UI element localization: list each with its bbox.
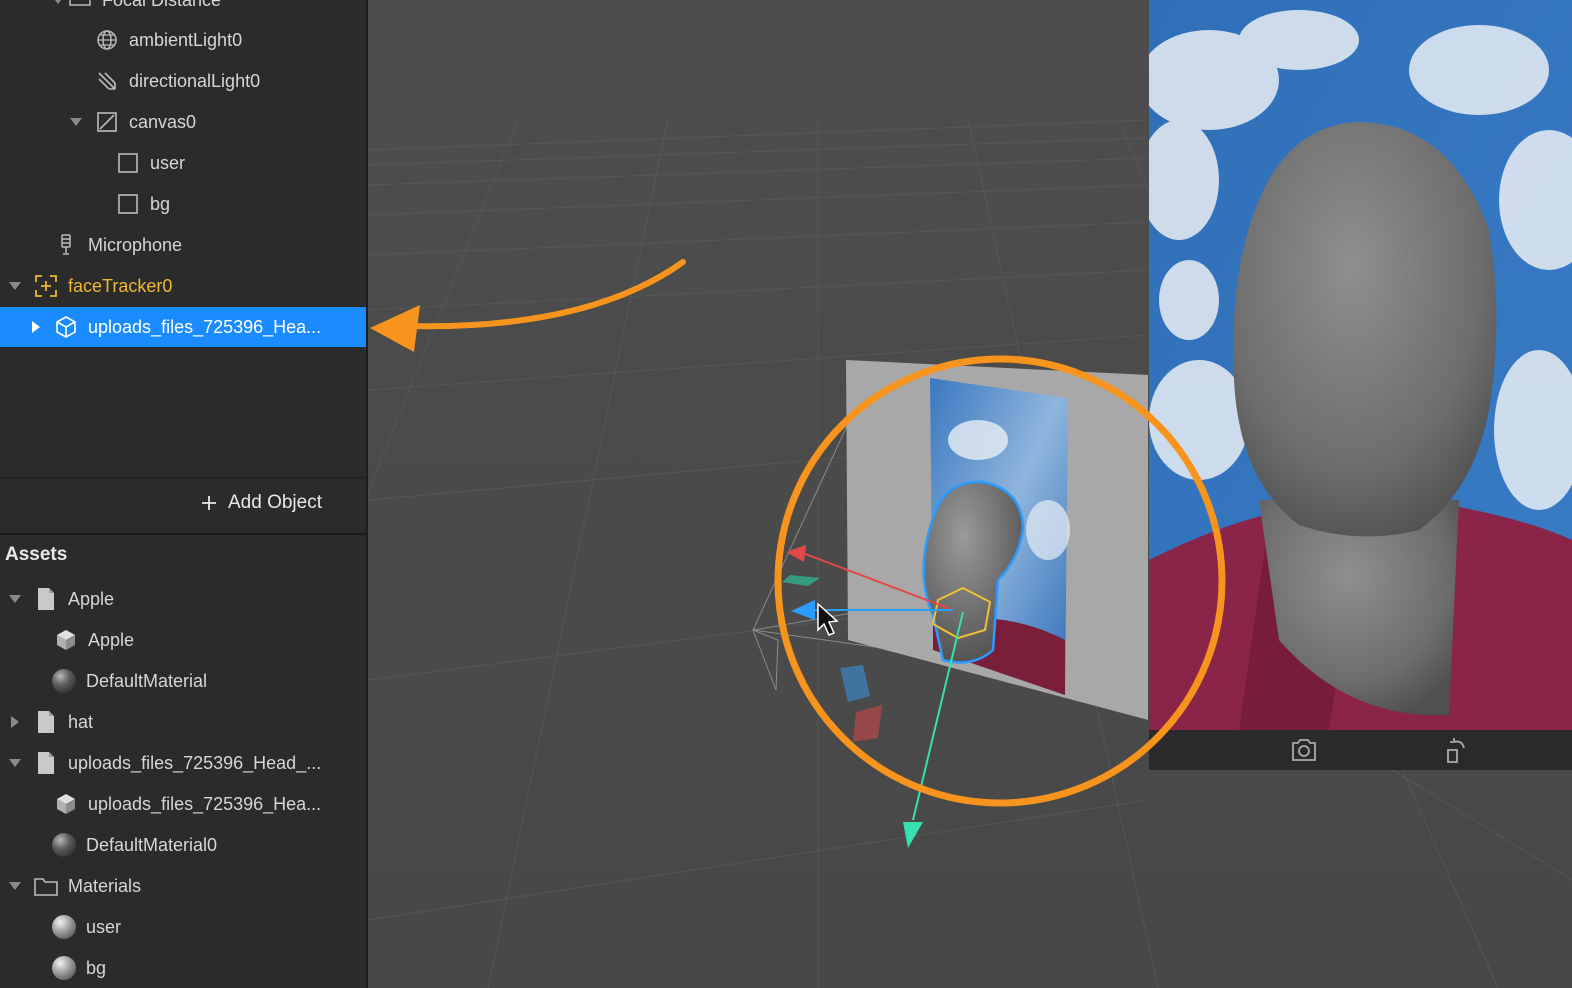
material-sphere-icon (52, 833, 76, 857)
asset-item-material-bg[interactable]: bg (0, 948, 366, 988)
panel-divider (0, 477, 366, 478)
plus-icon (202, 496, 216, 510)
asset-item-apple-mesh[interactable]: Apple (0, 620, 366, 660)
expand-toggle[interactable] (5, 712, 25, 732)
folder-icon (34, 874, 58, 898)
scene-item-label: Microphone (88, 234, 183, 255)
canvas-icon (95, 110, 119, 134)
asset-item-label: Apple (68, 588, 115, 609)
asset-item-material-user[interactable]: user (0, 907, 366, 947)
scene-item-label: canvas0 (129, 111, 197, 132)
scene-item-label: bg (150, 193, 171, 214)
scene-item-user[interactable]: user (0, 143, 366, 183)
asset-item-default-material[interactable]: DefaultMaterial (0, 661, 366, 701)
asset-item-label: uploads_files_725396_Head_... (68, 752, 322, 773)
collapse-toggle[interactable] (48, 0, 68, 10)
scene-item-label: directionalLight0 (129, 70, 261, 91)
globe-icon (95, 28, 119, 52)
asset-item-label: bg (86, 957, 107, 978)
collapse-toggle[interactable] (5, 876, 25, 896)
file-icon (34, 751, 58, 775)
asset-item-apple-file[interactable]: Apple (0, 579, 366, 619)
asset-item-label: user (86, 916, 122, 937)
asset-item-label: DefaultMaterial (86, 670, 208, 691)
scene-item-canvas[interactable]: canvas0 (0, 102, 366, 142)
collapse-toggle[interactable] (5, 753, 25, 773)
asset-item-label: DefaultMaterial0 (86, 834, 218, 855)
expand-toggle[interactable] (26, 317, 46, 337)
scene-item-label: uploads_files_725396_Hea... (88, 316, 322, 337)
microphone-icon (54, 233, 78, 257)
left-sidebar: Focal Distance ambientLight0 directional… (0, 0, 368, 988)
collapse-toggle[interactable] (5, 589, 25, 609)
rectangle-icon (116, 192, 140, 216)
asset-item-label: Materials (68, 875, 142, 896)
ruler-icon (68, 0, 92, 12)
material-sphere-icon (52, 669, 76, 693)
head-mesh-preview (1233, 121, 1497, 537)
highlight-circle (774, 355, 1226, 807)
mesh-icon (54, 628, 78, 652)
scene-item-label: Focal Distance (102, 0, 221, 11)
directional-light-icon (95, 69, 119, 93)
asset-item-materials-folder[interactable]: Materials (0, 866, 366, 906)
file-icon (34, 710, 58, 734)
face-tracker-icon (34, 274, 58, 298)
panel-divider (0, 533, 366, 535)
material-sphere-icon (52, 915, 76, 939)
add-object-button[interactable]: Add Object (200, 492, 322, 514)
assets-panel-title: Assets (5, 544, 68, 565)
scene-item-microphone[interactable]: Microphone (0, 225, 366, 265)
file-icon (34, 587, 58, 611)
asset-item-label: Apple (88, 629, 135, 650)
asset-item-head-mesh[interactable]: uploads_files_725396_Hea... (0, 784, 366, 824)
scene-item-bg[interactable]: bg (0, 184, 366, 224)
scene-item-focal-distance[interactable]: Focal Distance (0, 0, 366, 20)
scene-item-face-tracker[interactable]: faceTracker0 (0, 266, 366, 306)
mesh-icon (54, 792, 78, 816)
rotate-device-icon[interactable] (1444, 736, 1470, 769)
scene-item-head-mesh[interactable]: uploads_files_725396_Hea... (0, 307, 366, 347)
asset-item-label: hat (68, 711, 94, 732)
add-object-label: Add Object (228, 492, 322, 513)
camera-switch-icon[interactable] (1289, 736, 1319, 769)
rectangle-icon (116, 151, 140, 175)
material-sphere-icon (52, 956, 76, 980)
scene-item-ambient-light[interactable]: ambientLight0 (0, 20, 366, 60)
asset-item-label: uploads_files_725396_Hea... (88, 793, 322, 814)
scene-item-directional-light[interactable]: directionalLight0 (0, 61, 366, 101)
scene-item-label: faceTracker0 (68, 275, 173, 296)
asset-item-hat[interactable]: hat (0, 702, 366, 742)
collapse-toggle[interactable] (66, 112, 86, 132)
collapse-toggle[interactable] (5, 276, 25, 296)
scene-item-label: user (150, 152, 186, 173)
asset-item-head-file[interactable]: uploads_files_725396_Head_... (0, 743, 366, 783)
asset-item-default-material-0[interactable]: DefaultMaterial0 (0, 825, 366, 865)
cube-icon (54, 315, 78, 339)
scene-item-label: ambientLight0 (129, 29, 243, 50)
